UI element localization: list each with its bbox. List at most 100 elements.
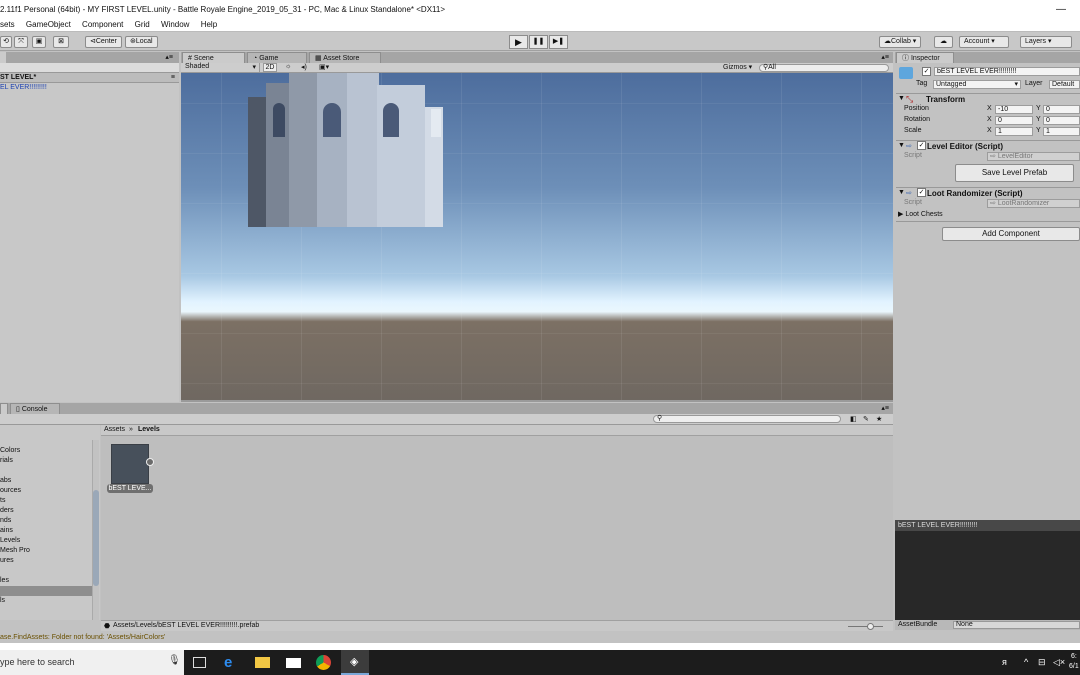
task-view-icon[interactable] <box>193 657 206 668</box>
position-y-input[interactable]: 0 <box>1043 105 1080 114</box>
lighting-icon[interactable]: ☼ <box>285 63 291 70</box>
prefab-thumbnail[interactable] <box>111 444 149 484</box>
gizmos-dropdown[interactable]: Gizmos ▾ <box>723 63 752 71</box>
assetbundle-dropdown[interactable]: None <box>953 621 1080 629</box>
microphone-icon[interactable]: 🎙 <box>168 655 181 666</box>
prefab-label[interactable]: bEST LEVE... <box>107 484 153 493</box>
edge-browser-icon[interactable]: e <box>224 655 239 670</box>
loot-foldout-icon[interactable]: ▼ <box>898 189 905 196</box>
expand-prefab-icon[interactable] <box>146 458 154 466</box>
active-checkbox[interactable]: ✓ <box>922 67 931 76</box>
layers-dropdown[interactable]: Layers ▾ <box>1020 36 1072 48</box>
folder-item[interactable]: ts <box>0 497 5 504</box>
loot-chests-foldout[interactable]: ▶ Loot Chests <box>898 210 943 218</box>
scene-panel-menu-icon[interactable]: ▴≡ <box>881 53 889 61</box>
rotation-y-input[interactable]: 0 <box>1043 116 1080 125</box>
hierarchy-search-input[interactable] <box>0 63 179 73</box>
services-cloud-icon[interactable]: ☁ <box>934 36 953 48</box>
level-editor-enabled-checkbox[interactable]: ✓ <box>917 141 926 150</box>
add-component-button[interactable]: Add Component <box>942 227 1080 241</box>
folder-item[interactable]: Colors <box>0 447 20 454</box>
collab-button[interactable]: ☁Collab ▾ <box>879 36 922 48</box>
folder-item[interactable]: les <box>0 577 9 584</box>
clock-time[interactable]: 6: <box>1071 653 1077 660</box>
taskbar-search-box[interactable]: ype here to search 🎙 <box>0 650 184 675</box>
folder-item-selected[interactable] <box>0 586 92 596</box>
layer-dropdown[interactable]: Default <box>1049 80 1080 89</box>
rotation-x-input[interactable]: 0 <box>995 116 1033 125</box>
transform-tool-icon[interactable]: ⊠ <box>53 36 69 48</box>
audio-icon[interactable]: ◂) <box>301 63 307 71</box>
tab-asset-store[interactable]: ▦ Asset Store <box>309 52 381 63</box>
tab-scene[interactable]: # Scene <box>182 52 245 63</box>
breadcrumb-levels[interactable]: Levels <box>138 426 160 433</box>
play-button[interactable]: ▶ <box>509 35 528 49</box>
shading-dropdown[interactable]: Shaded ▾ <box>185 63 260 72</box>
menu-help[interactable]: Help <box>201 20 217 29</box>
panel-menu-icon[interactable]: ▴≡ <box>165 53 173 61</box>
scale-y-input[interactable]: 1 <box>1043 127 1080 136</box>
scene-viewport[interactable] <box>181 73 893 400</box>
unity-taskbar-button[interactable]: ◈ <box>341 650 369 675</box>
menu-assets[interactable]: sets <box>0 20 15 29</box>
folder-item[interactable]: ders <box>0 507 14 514</box>
chrome-icon[interactable] <box>316 655 331 670</box>
2d-toggle[interactable]: 2D <box>263 63 277 72</box>
scale-x-input[interactable]: 1 <box>995 127 1033 136</box>
tray-chevron-icon[interactable]: ^ <box>1024 657 1028 667</box>
tag-dropdown[interactable]: Untagged ▾ <box>933 80 1021 89</box>
hierarchy-tab[interactable] <box>0 52 6 63</box>
pivot-center-button[interactable]: ⊲Center <box>85 36 122 48</box>
scene-menu-icon[interactable]: ≡ <box>171 74 175 81</box>
project-search-input[interactable]: ⚲ <box>653 415 841 423</box>
object-name-input[interactable]: bEST LEVEL EVER!!!!!!!!! <box>934 67 1080 76</box>
clock-date[interactable]: 6/1 <box>1069 663 1079 670</box>
filter-label-icon[interactable]: ✎ <box>863 415 869 423</box>
minimize-button[interactable]: — <box>1056 0 1066 19</box>
effects-icon[interactable]: ▣▾ <box>319 63 329 71</box>
project-panel-menu-icon[interactable]: ▴≡ <box>881 404 889 412</box>
menu-gameobject[interactable]: GameObject <box>26 20 71 29</box>
folder-item[interactable]: rials <box>0 457 13 464</box>
folder-item[interactable]: ls <box>0 597 5 604</box>
mail-icon[interactable] <box>286 658 301 668</box>
tree-scrollbar[interactable] <box>92 440 99 620</box>
icon-size-slider-thumb[interactable] <box>867 623 874 630</box>
file-explorer-icon[interactable] <box>255 657 270 668</box>
rect-tool-icon[interactable]: ▣ <box>32 36 46 48</box>
transform-foldout-icon[interactable]: ▼ <box>898 95 905 102</box>
tab-project[interactable] <box>0 403 8 414</box>
network-icon[interactable]: ⊟ <box>1038 657 1046 668</box>
scene-search-input[interactable]: ⚲All <box>759 64 889 72</box>
icon-size-slider[interactable] <box>848 626 883 627</box>
menu-grid[interactable]: Grid <box>135 20 150 29</box>
filter-type-icon[interactable]: ◧ <box>850 415 857 423</box>
volume-icon[interactable]: ◁× <box>1053 657 1065 668</box>
rotate-tool-icon[interactable]: ⟲ <box>0 36 12 48</box>
hierarchy-scene-row[interactable]: ST LEVEL* ≡ <box>0 73 179 83</box>
folder-item[interactable]: abs <box>0 477 11 484</box>
people-icon[interactable]: ᴙ <box>1002 657 1007 667</box>
hierarchy-item[interactable]: EL EVER!!!!!!!!! <box>0 84 47 91</box>
folder-item[interactable]: ures <box>0 557 14 564</box>
status-message[interactable]: ase.FindAssets: Folder not found: 'Asset… <box>0 634 165 641</box>
menu-window[interactable]: Window <box>161 20 189 29</box>
folder-item[interactable]: ources <box>0 487 21 494</box>
loot-enabled-checkbox[interactable]: ✓ <box>917 188 926 197</box>
folder-item[interactable]: nds <box>0 517 11 524</box>
step-button[interactable]: ▶❚ <box>549 35 568 49</box>
account-dropdown[interactable]: Account ▾ <box>959 36 1009 48</box>
breadcrumb-assets[interactable]: Assets <box>104 426 125 433</box>
level-editor-foldout-icon[interactable]: ▼ <box>898 142 905 149</box>
tab-console[interactable]: ▯ Console <box>10 403 60 414</box>
menu-component[interactable]: Component <box>82 20 123 29</box>
folder-item[interactable]: ains <box>0 527 13 534</box>
folder-item[interactable]: Levels <box>0 537 20 544</box>
tab-inspector[interactable]: ⓘ Inspector <box>896 52 954 63</box>
tree-scrollbar-thumb[interactable] <box>93 490 99 586</box>
pause-button[interactable]: ❚❚ <box>529 35 548 49</box>
position-x-input[interactable]: -10 <box>995 105 1033 114</box>
tab-game[interactable]: ◔ Game <box>247 52 307 63</box>
folder-item[interactable]: Mesh Pro <box>0 547 30 554</box>
favorite-star-icon[interactable]: ★ <box>876 415 882 423</box>
